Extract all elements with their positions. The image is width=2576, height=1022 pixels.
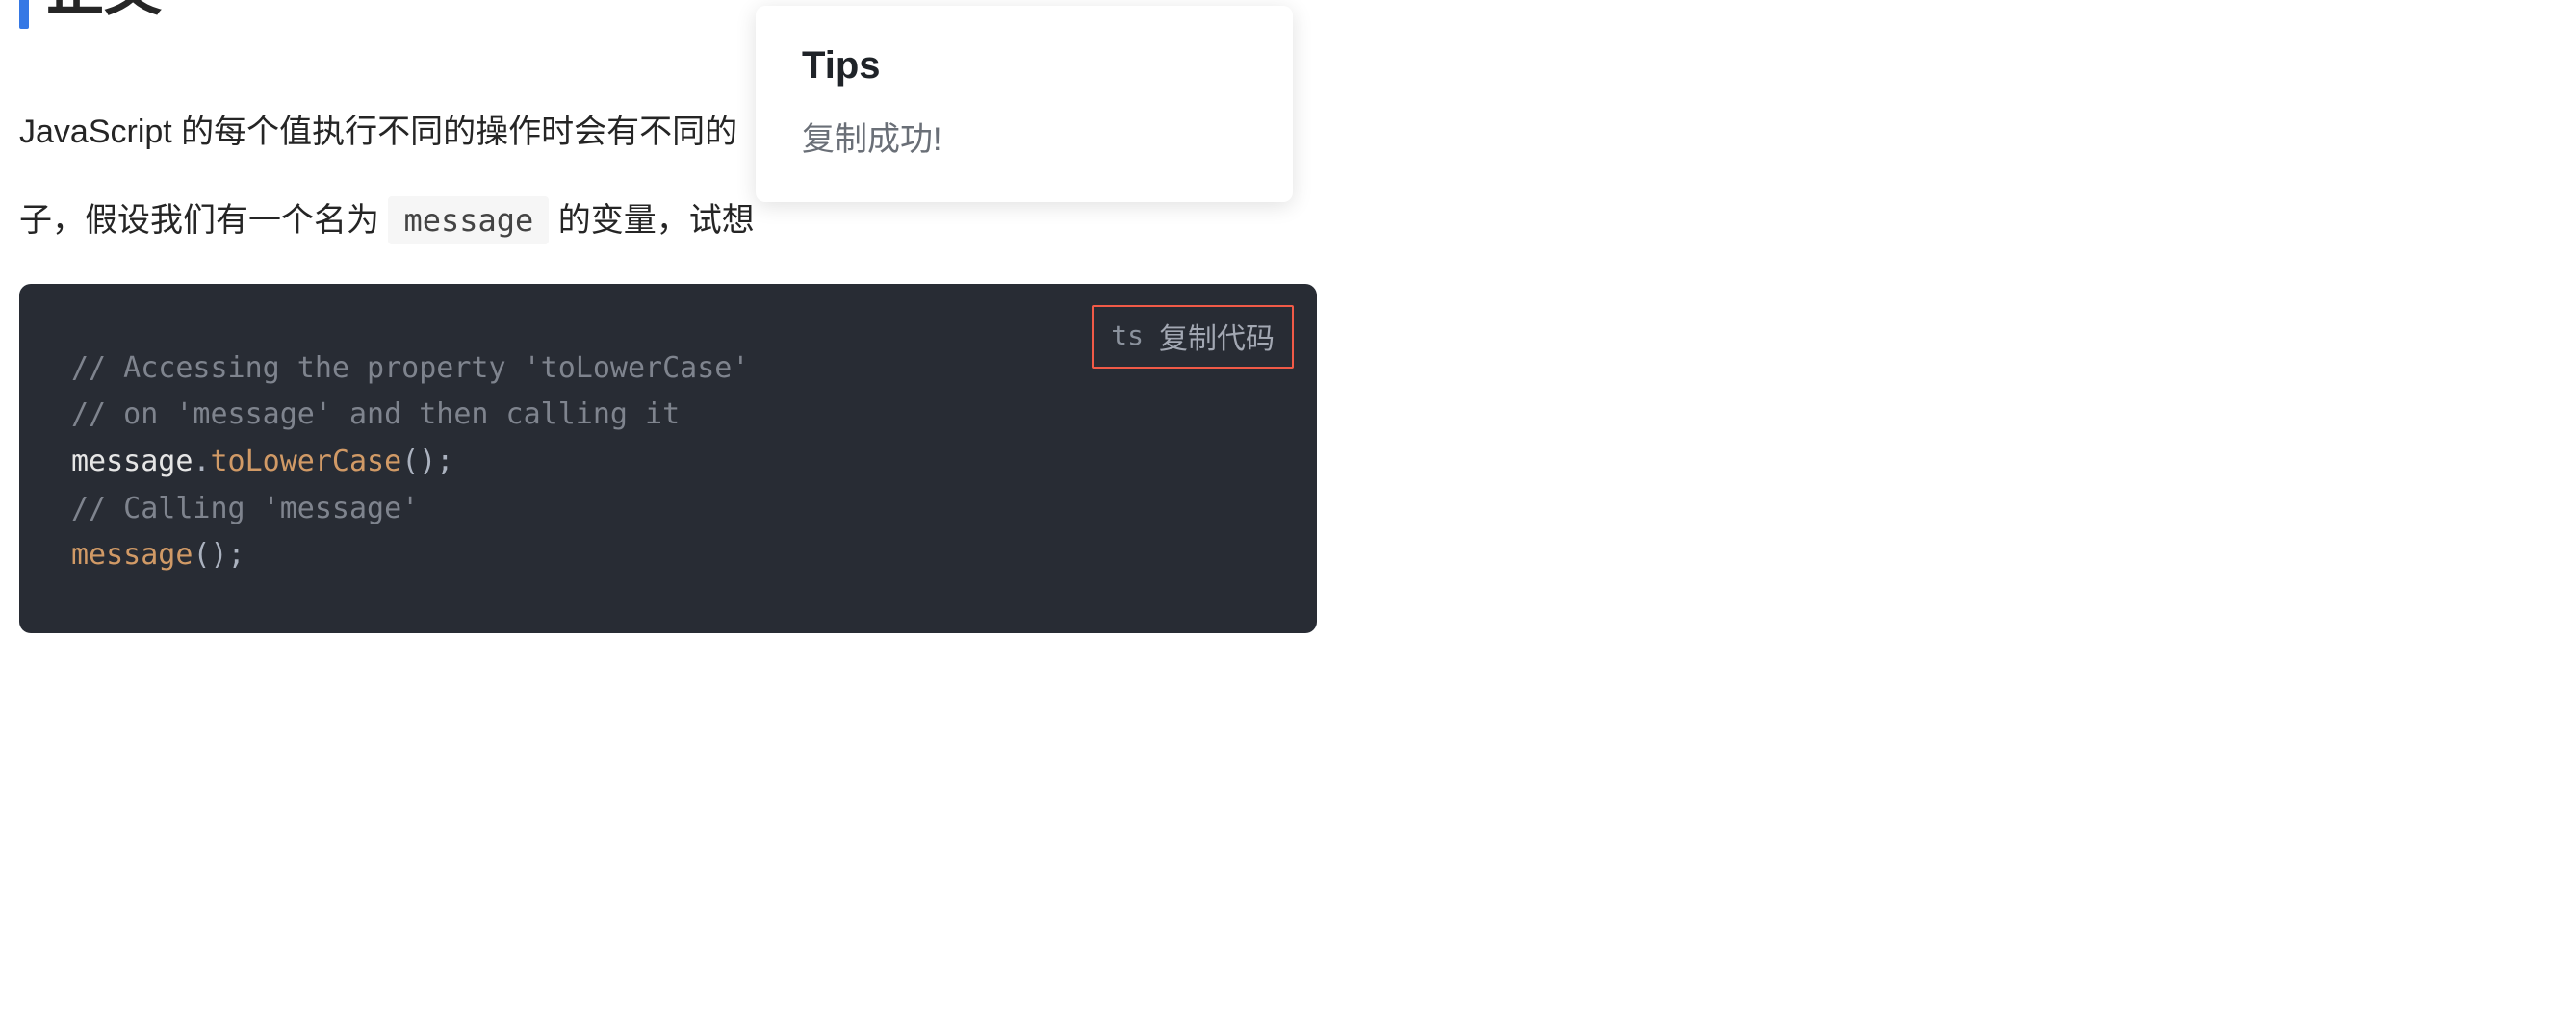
copy-code-button[interactable]: 复制代码	[1159, 315, 1275, 357]
code-comment: // on 'message' and then calling it	[71, 397, 680, 431]
heading-accent-bar	[19, 0, 29, 29]
code-block-actions: ts 复制代码	[1092, 305, 1294, 369]
code-identifier: message	[71, 445, 193, 478]
code-language-badge: ts	[1111, 319, 1144, 351]
inline-code: message	[388, 196, 549, 244]
toast-message: 复制成功!	[802, 113, 1247, 160]
code-content: // Accessing the property 'toLowerCase' …	[71, 345, 1265, 579]
paragraph-text: JavaScript 的每个值执行不同的操作时会有不同的	[19, 114, 737, 150]
code-punctuation: ();	[401, 445, 453, 478]
code-comment: // Calling 'message'	[71, 492, 419, 525]
paragraph-text-prefix: 子，假设我们有一个名为	[19, 202, 388, 239]
code-call: message	[71, 538, 193, 572]
article-page: 正文 JavaScript 的每个值执行不同的操作时会有不同的 子，假设我们有一…	[0, 0, 2576, 1007]
code-punctuation: .	[193, 445, 210, 478]
code-comment: // Accessing the property 'toLowerCase'	[71, 351, 749, 385]
paragraph-line-2: 子，假设我们有一个名为 message 的变量，试想	[19, 194, 2557, 246]
toast-title: Tips	[802, 44, 1247, 88]
code-method: toLowerCase	[211, 445, 402, 478]
paragraph-text-suffix: 的变量，试想	[558, 202, 755, 239]
tips-toast: Tips 复制成功!	[756, 6, 1293, 202]
code-block: ts 复制代码 // Accessing the property 'toLow…	[19, 284, 1317, 633]
code-punctuation: ();	[193, 538, 245, 572]
section-heading-text: 正文	[46, 0, 162, 19]
